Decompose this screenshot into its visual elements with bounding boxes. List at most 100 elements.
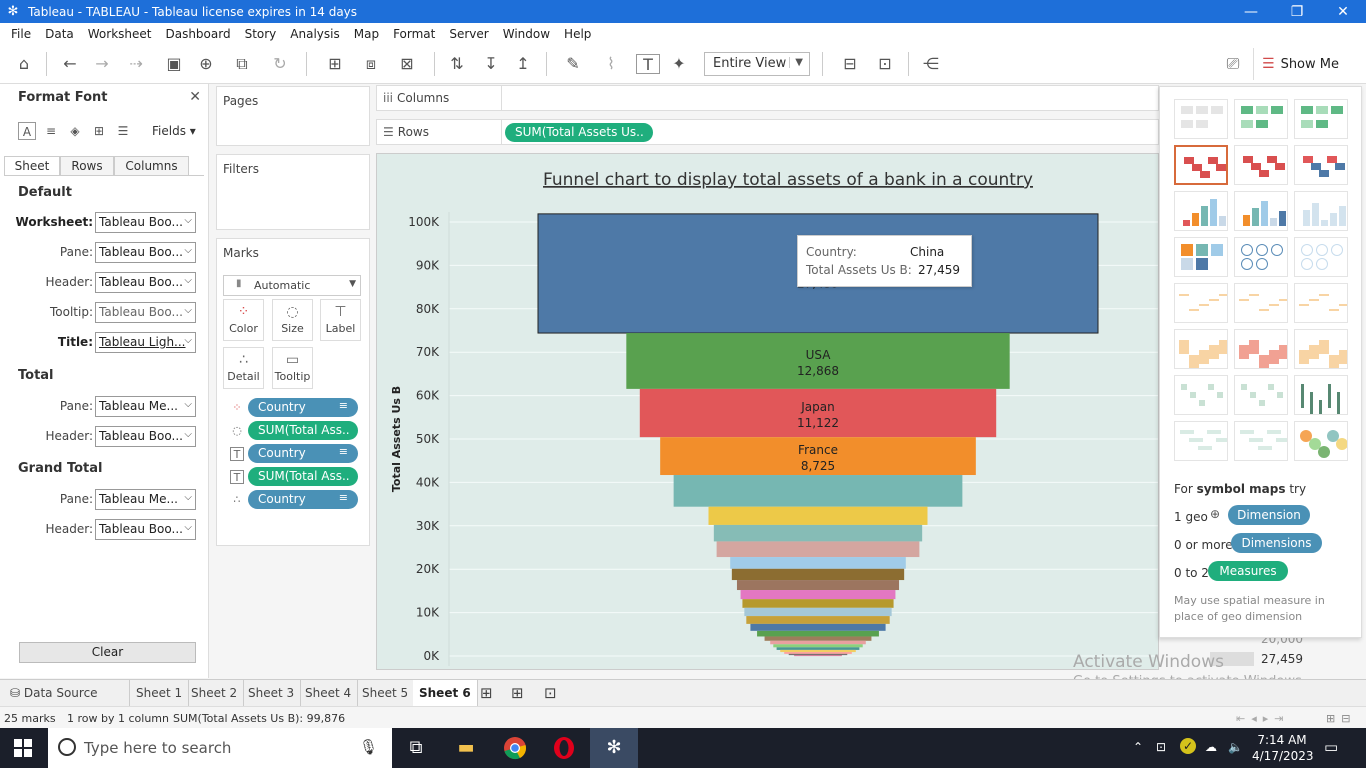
clear-button[interactable]: Clear xyxy=(19,642,196,663)
size-button[interactable]: ◌ Size xyxy=(272,299,313,341)
undo-icon[interactable]: ← xyxy=(60,54,80,74)
tray-chevron-up-icon[interactable]: ⌃ xyxy=(1133,740,1143,754)
menu-story[interactable]: Story xyxy=(238,27,284,41)
close-icon[interactable]: ✕ xyxy=(189,89,201,105)
refresh-icon[interactable]: ↻ xyxy=(266,54,294,74)
menu-help[interactable]: Help xyxy=(557,27,598,41)
volume-icon[interactable]: 🔈 xyxy=(1228,740,1243,754)
show-labels-icon[interactable]: T xyxy=(636,54,660,74)
file-explorer-icon[interactable]: ▬ xyxy=(454,736,478,760)
clear-sheet-icon[interactable]: ⊠ xyxy=(392,54,422,74)
new-worksheet-icon[interactable]: ⊞ xyxy=(320,54,350,74)
new-worksheet-icon[interactable]: ⊞ xyxy=(474,680,499,706)
chart-type-thumbnail[interactable] xyxy=(1294,237,1348,277)
new-dashboard-icon[interactable]: ⊞ xyxy=(505,680,530,706)
label-button[interactable]: ⊤ Label xyxy=(320,299,361,341)
columns-shelf[interactable]: iii Columns xyxy=(376,85,1159,111)
share-icon[interactable]: ⋲ xyxy=(920,54,942,74)
chart-type-thumbnail[interactable] xyxy=(1174,191,1228,231)
sort-descending-icon[interactable]: ↥ xyxy=(512,54,534,74)
chart-type-thumbnail[interactable] xyxy=(1294,99,1348,139)
tab-sheet[interactable]: Sheet xyxy=(4,156,60,175)
title-font-select[interactable]: Tableau Ligh... ⌵ xyxy=(95,332,196,353)
chart-type-thumbnail[interactable] xyxy=(1174,283,1228,323)
pause-updates-icon[interactable]: ⧉ xyxy=(228,54,256,74)
microphone-icon[interactable]: 🎙 xyxy=(359,738,378,756)
tab-sheet-4[interactable]: Sheet 4 xyxy=(299,680,359,706)
chart-type-thumbnail[interactable] xyxy=(1174,421,1228,461)
chart-type-thumbnail[interactable] xyxy=(1174,237,1228,277)
duplicate-icon[interactable]: ⧈ xyxy=(360,54,382,74)
filters-card[interactable]: Filters xyxy=(216,154,370,230)
worksheet-font-select[interactable]: Tableau Boo... ⌵ xyxy=(95,212,196,233)
marks-pill-country-color[interactable]: Country ≡ xyxy=(248,398,358,417)
visualization-area[interactable]: 0K 10K 20K 30K 40K 50K 60K 70K 80K 90K 100K Total A… xyxy=(376,153,1159,670)
detail-button[interactable]: ∴ Detail xyxy=(223,347,264,389)
minimize-button[interactable]: — xyxy=(1228,0,1274,23)
total-pane-font-select[interactable]: Tableau Me... ⌵ xyxy=(95,396,196,417)
tooltip-font-select[interactable]: Tableau Boo... ⌵ xyxy=(95,302,196,323)
chart-type-thumbnail[interactable] xyxy=(1294,145,1348,185)
opera-icon[interactable] xyxy=(552,736,576,760)
chart-type-thumbnail[interactable] xyxy=(1294,191,1348,231)
menu-worksheet[interactable]: Worksheet xyxy=(81,27,159,41)
menu-map[interactable]: Map xyxy=(347,27,386,41)
presentation-mode-icon[interactable]: ⊡ xyxy=(874,54,896,74)
grand-total-header-font-select[interactable]: Tableau Boo... ⌵ xyxy=(95,519,196,540)
redo-icon[interactable]: → xyxy=(92,54,112,74)
chart-type-thumbnail[interactable] xyxy=(1234,145,1288,185)
menu-data[interactable]: Data xyxy=(38,27,81,41)
tab-sheet-6[interactable]: Sheet 6 xyxy=(413,680,478,706)
fit-view-select[interactable]: Entire View ▼ xyxy=(704,52,810,76)
format-painter-icon[interactable]: ⎚ xyxy=(1222,54,1244,74)
home-icon[interactable]: ⌂ xyxy=(14,54,34,74)
tab-columns[interactable]: Columns xyxy=(114,156,189,175)
chart-type-thumbnail[interactable] xyxy=(1174,99,1228,139)
lines-format-icon[interactable]: ☰ xyxy=(114,122,132,140)
chart-type-thumbnail[interactable] xyxy=(1174,375,1228,415)
tooltip-button[interactable]: ▭ Tooltip xyxy=(272,347,313,389)
mark-type-select[interactable]: Automatic ▼ xyxy=(223,275,361,296)
alignment-format-icon[interactable]: ≡ xyxy=(42,122,60,140)
show-cards-icon[interactable]: ⊟ xyxy=(834,54,866,74)
notifications-icon[interactable]: ▭ xyxy=(1324,738,1338,756)
chart-type-thumbnail[interactable] xyxy=(1234,329,1288,369)
restore-button[interactable]: ❐ xyxy=(1274,0,1320,23)
shading-format-icon[interactable]: ◈ xyxy=(66,122,84,140)
swap-icon[interactable]: ⇅ xyxy=(446,54,468,74)
replay-icon[interactable]: ⇢ xyxy=(122,54,150,74)
cloud-icon[interactable]: ☁ xyxy=(1205,740,1217,754)
pane-font-select[interactable]: Tableau Boo... ⌵ xyxy=(95,242,196,263)
sheet-navigation-icon[interactable]: ⇤◂▸⇥ xyxy=(1236,712,1289,725)
tab-sheet-3[interactable]: Sheet 3 xyxy=(242,680,302,706)
chart-type-thumbnail[interactable] xyxy=(1174,329,1228,369)
chrome-icon[interactable] xyxy=(503,736,527,760)
tab-sheet-5[interactable]: Sheet 5 xyxy=(356,680,416,706)
chart-type-thumbnail[interactable] xyxy=(1234,283,1288,323)
tab-sheet-2[interactable]: Sheet 2 xyxy=(185,680,245,706)
fields-dropdown[interactable]: Fields ▾ xyxy=(152,124,196,138)
grand-total-pane-font-select[interactable]: Tableau Me... ⌵ xyxy=(95,489,196,510)
new-story-icon[interactable]: ⊡ xyxy=(538,680,563,706)
header-font-select[interactable]: Tableau Boo... ⌵ xyxy=(95,272,196,293)
network-icon[interactable]: ⊡ xyxy=(1156,740,1166,754)
norton-icon[interactable]: ✓ xyxy=(1180,738,1196,754)
taskbar-search[interactable]: Type here to search 🎙 xyxy=(48,728,392,768)
view-toggle-icon[interactable]: ⊞⊟ xyxy=(1326,712,1356,725)
font-format-icon[interactable]: A xyxy=(18,122,36,140)
chart-type-thumbnail[interactable] xyxy=(1234,191,1288,231)
borders-format-icon[interactable]: ⊞ xyxy=(90,122,108,140)
rows-pill-sum[interactable]: SUM(Total Assets Us.. xyxy=(505,123,653,142)
fix-axes-icon[interactable]: ✦ xyxy=(668,54,690,74)
color-button[interactable]: ⁘ Color xyxy=(223,299,264,341)
task-view-icon[interactable]: ⧉ xyxy=(404,736,428,760)
tab-rows[interactable]: Rows xyxy=(60,156,114,175)
marks-pill-sum-label[interactable]: SUM(Total Ass.. xyxy=(248,467,358,486)
pages-card[interactable]: Pages xyxy=(216,86,370,146)
menu-window[interactable]: Window xyxy=(496,27,557,41)
marks-pill-country-detail[interactable]: Country ≡ xyxy=(248,490,358,509)
total-header-font-select[interactable]: Tableau Boo... ⌵ xyxy=(95,426,196,447)
data-source-tab[interactable]: ⛁ Data Source xyxy=(4,680,130,706)
tab-sheet-1[interactable]: Sheet 1 xyxy=(130,680,190,706)
tableau-taskbar-icon[interactable]: ✻ xyxy=(590,728,638,768)
